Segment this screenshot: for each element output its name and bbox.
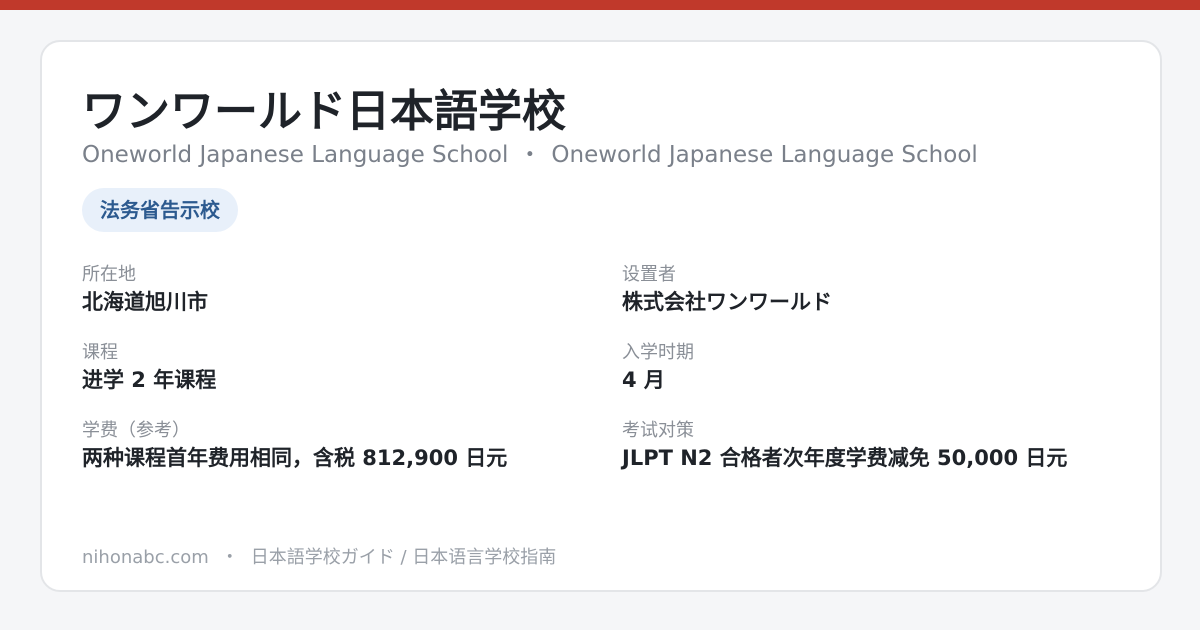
field-exam: 考试对策 JLPT N2 合格者次年度学费减免 50,000 日元 — [622, 419, 1122, 473]
subtitle-separator: ・ — [518, 142, 542, 168]
footer: nihonabc.com ・日本語学校ガイド / 日本语言学校指南 — [82, 546, 556, 570]
footer-site: nihonabc.com — [82, 547, 209, 568]
certification-badge: 法务省告示校 — [82, 188, 238, 232]
field-course-value: 进学 2 年课程 — [82, 368, 217, 392]
field-location: 所在地 北海道旭川市 — [82, 263, 582, 317]
footer-guide: 日本語学校ガイド / 日本语言学校指南 — [250, 547, 557, 568]
field-intake-label: 入学时期 — [622, 342, 694, 363]
school-title: ワンワールド日本語学校 — [82, 86, 566, 137]
field-tuition-label: 学费（参考） — [82, 420, 190, 441]
field-exam-value: JLPT N2 合格者次年度学费减免 50,000 日元 — [622, 446, 1068, 470]
school-card: ワンワールド日本語学校 Oneworld Japanese Language S… — [40, 40, 1162, 592]
field-course-label: 课程 — [82, 342, 118, 363]
field-intake-value: 4 月 — [622, 368, 665, 392]
field-operator-label: 设置者 — [622, 264, 676, 285]
field-operator: 设置者 株式会社ワンワールド — [622, 263, 1122, 317]
field-exam-label: 考试对策 — [622, 420, 694, 441]
field-operator-value: 株式会社ワンワールド — [622, 290, 832, 314]
field-tuition-value: 两种课程首年费用相同，含税 812,900 日元 — [82, 446, 508, 470]
field-location-label: 所在地 — [82, 264, 136, 285]
school-name-en-secondary: Oneworld Japanese Language School — [551, 142, 978, 168]
top-accent-bar — [0, 0, 1200, 10]
school-name-en: Oneworld Japanese Language School — [82, 142, 509, 168]
footer-separator: ・ — [220, 547, 239, 568]
field-intake: 入学时期 4 月 — [622, 341, 1122, 395]
field-tuition: 学费（参考） 两种课程首年费用相同，含税 812,900 日元 — [82, 419, 582, 473]
field-course: 课程 进学 2 年课程 — [82, 341, 582, 395]
school-subtitle: Oneworld Japanese Language School ・ Onewor… — [82, 140, 978, 170]
field-location-value: 北海道旭川市 — [82, 290, 208, 314]
